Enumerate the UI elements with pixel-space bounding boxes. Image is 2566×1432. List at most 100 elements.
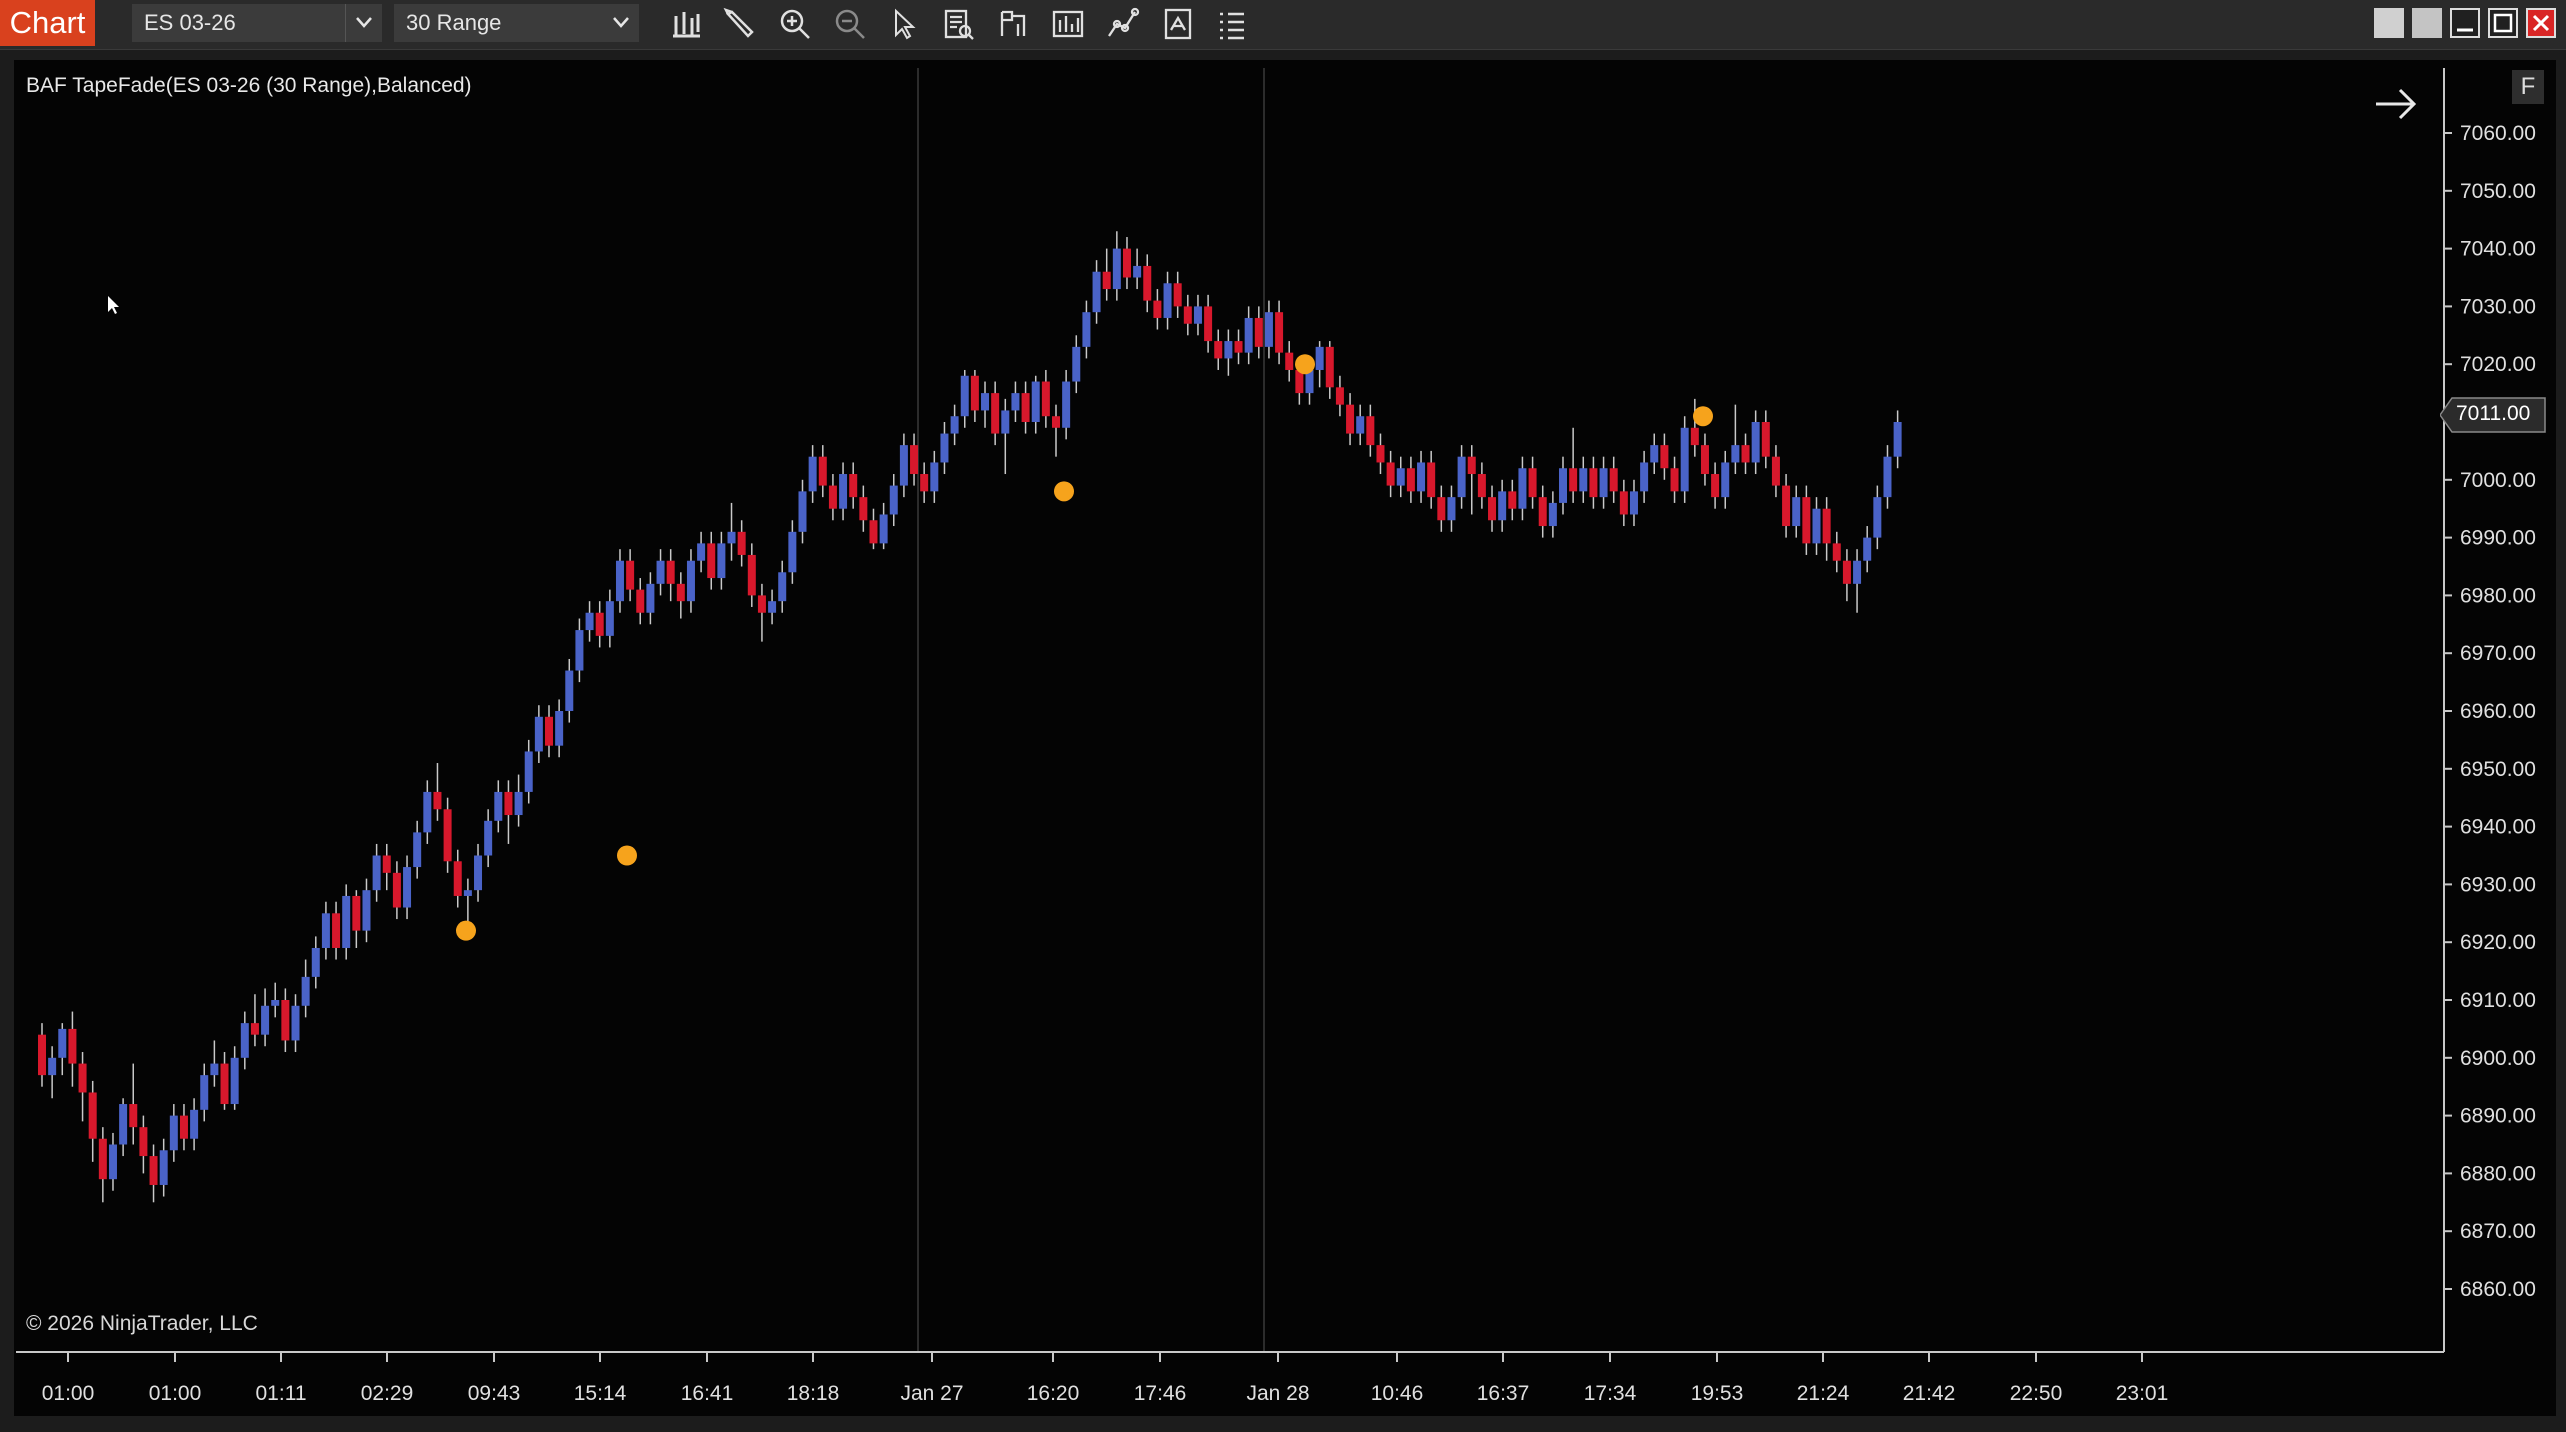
candle-down xyxy=(1711,474,1720,498)
price-chart[interactable]: 7060.007050.007040.007030.007020.007010.… xyxy=(0,0,2566,1432)
x-tick-label: 01:00 xyxy=(149,1382,202,1405)
candle-down xyxy=(129,1104,138,1128)
candle-down xyxy=(1832,543,1841,561)
candle-down xyxy=(1366,416,1375,446)
arrow-right-icon[interactable] xyxy=(2376,88,2417,120)
candle-up xyxy=(1599,468,1608,498)
candle-down xyxy=(1589,468,1598,498)
y-tick-label: 7040.00 xyxy=(2460,238,2536,261)
candle-up xyxy=(1224,341,1233,359)
current-price-label: 7011.00 xyxy=(2456,402,2531,425)
x-tick-label: 22:50 xyxy=(2010,1382,2063,1405)
candle-up xyxy=(646,583,655,613)
candle-down xyxy=(68,1028,77,1064)
candle-down xyxy=(1842,560,1851,584)
candle-up xyxy=(615,560,624,602)
candle-down xyxy=(818,456,827,486)
candle-down xyxy=(1285,352,1294,370)
x-tick-label: 09:43 xyxy=(468,1382,521,1405)
candle-down xyxy=(1609,468,1618,492)
candle-down xyxy=(1102,271,1111,290)
candle-up xyxy=(190,1109,199,1139)
candle-up xyxy=(950,416,959,434)
candle-up xyxy=(899,445,908,486)
candle-down xyxy=(1508,491,1517,509)
candle-down xyxy=(1528,468,1537,498)
candle-up xyxy=(463,890,472,896)
candle-up xyxy=(534,716,543,752)
f-button[interactable]: F xyxy=(2512,70,2544,104)
candle-down xyxy=(220,1063,229,1105)
candle-up xyxy=(169,1115,178,1151)
candle-down xyxy=(453,861,462,896)
candle-up xyxy=(1721,462,1730,498)
candle-down xyxy=(1153,300,1162,318)
candle-up xyxy=(1680,427,1689,492)
candle-up xyxy=(1731,445,1740,463)
candle-down xyxy=(1376,445,1385,463)
candle-up xyxy=(403,867,412,908)
x-tick-label: 21:42 xyxy=(1903,1382,1956,1405)
x-tick-label: 19:53 xyxy=(1691,1382,1744,1405)
candle-up xyxy=(1193,306,1202,324)
y-tick-label: 6860.00 xyxy=(2460,1278,2536,1301)
y-tick-label: 7000.00 xyxy=(2460,469,2536,492)
candle-up xyxy=(514,791,523,816)
x-tick-label: 01:11 xyxy=(256,1382,307,1405)
candle-up xyxy=(1640,462,1649,492)
candle-up xyxy=(1356,416,1365,434)
candle-down xyxy=(1234,341,1243,353)
candle-down xyxy=(595,612,604,636)
copyright-text: © 2026 NinjaTrader, LLC xyxy=(26,1312,258,1335)
candle-down xyxy=(869,520,878,544)
y-tick-label: 6930.00 xyxy=(2460,873,2536,896)
candle-down xyxy=(443,809,452,862)
candle-up xyxy=(788,531,797,573)
candle-up xyxy=(960,375,969,417)
candle-up xyxy=(484,820,493,856)
y-tick-label: 6990.00 xyxy=(2460,527,2536,550)
candle-up xyxy=(423,791,432,833)
candle-down xyxy=(747,554,756,596)
x-tick-label: 23:01 xyxy=(2116,1382,2169,1405)
candle-down xyxy=(1173,283,1182,307)
candle-up xyxy=(240,1023,249,1058)
candle-down xyxy=(1771,456,1780,486)
candle-up xyxy=(1082,312,1091,347)
candle-up xyxy=(1579,468,1588,492)
candle-up xyxy=(311,947,320,977)
candle-up xyxy=(656,560,665,584)
candle-up xyxy=(1011,393,1020,411)
candle-up xyxy=(119,1104,128,1145)
candle-down xyxy=(149,1156,158,1185)
candle-down xyxy=(636,589,645,613)
candle-up xyxy=(58,1028,67,1058)
candle-down xyxy=(392,872,401,908)
candle-up xyxy=(1315,346,1324,370)
candle-up xyxy=(362,890,371,931)
candle-down xyxy=(1346,404,1355,434)
candle-down xyxy=(38,1034,46,1076)
candle-up xyxy=(1792,497,1801,527)
candle-up xyxy=(1031,381,1040,422)
candle-down xyxy=(1143,265,1152,301)
candle-up xyxy=(1244,317,1253,353)
candle-up xyxy=(474,855,483,891)
x-tick-label: 16:41 xyxy=(681,1382,734,1405)
candle-down xyxy=(504,791,513,816)
candle-up xyxy=(1751,422,1760,463)
candle-down xyxy=(1335,387,1344,405)
x-tick-label: 15:14 xyxy=(574,1382,627,1405)
candle-down xyxy=(139,1127,148,1157)
candle-up xyxy=(1072,346,1081,382)
y-tick-label: 6890.00 xyxy=(2460,1105,2536,1128)
candle-up xyxy=(1883,456,1892,498)
candle-down xyxy=(1325,346,1334,388)
y-tick-label: 6980.00 xyxy=(2460,584,2536,607)
x-tick-label: Jan 27 xyxy=(900,1382,963,1405)
candle-up xyxy=(605,601,614,636)
candle-down xyxy=(1437,497,1446,521)
candle-up xyxy=(1112,248,1121,290)
candle-down xyxy=(179,1115,188,1139)
candle-down xyxy=(626,560,635,590)
